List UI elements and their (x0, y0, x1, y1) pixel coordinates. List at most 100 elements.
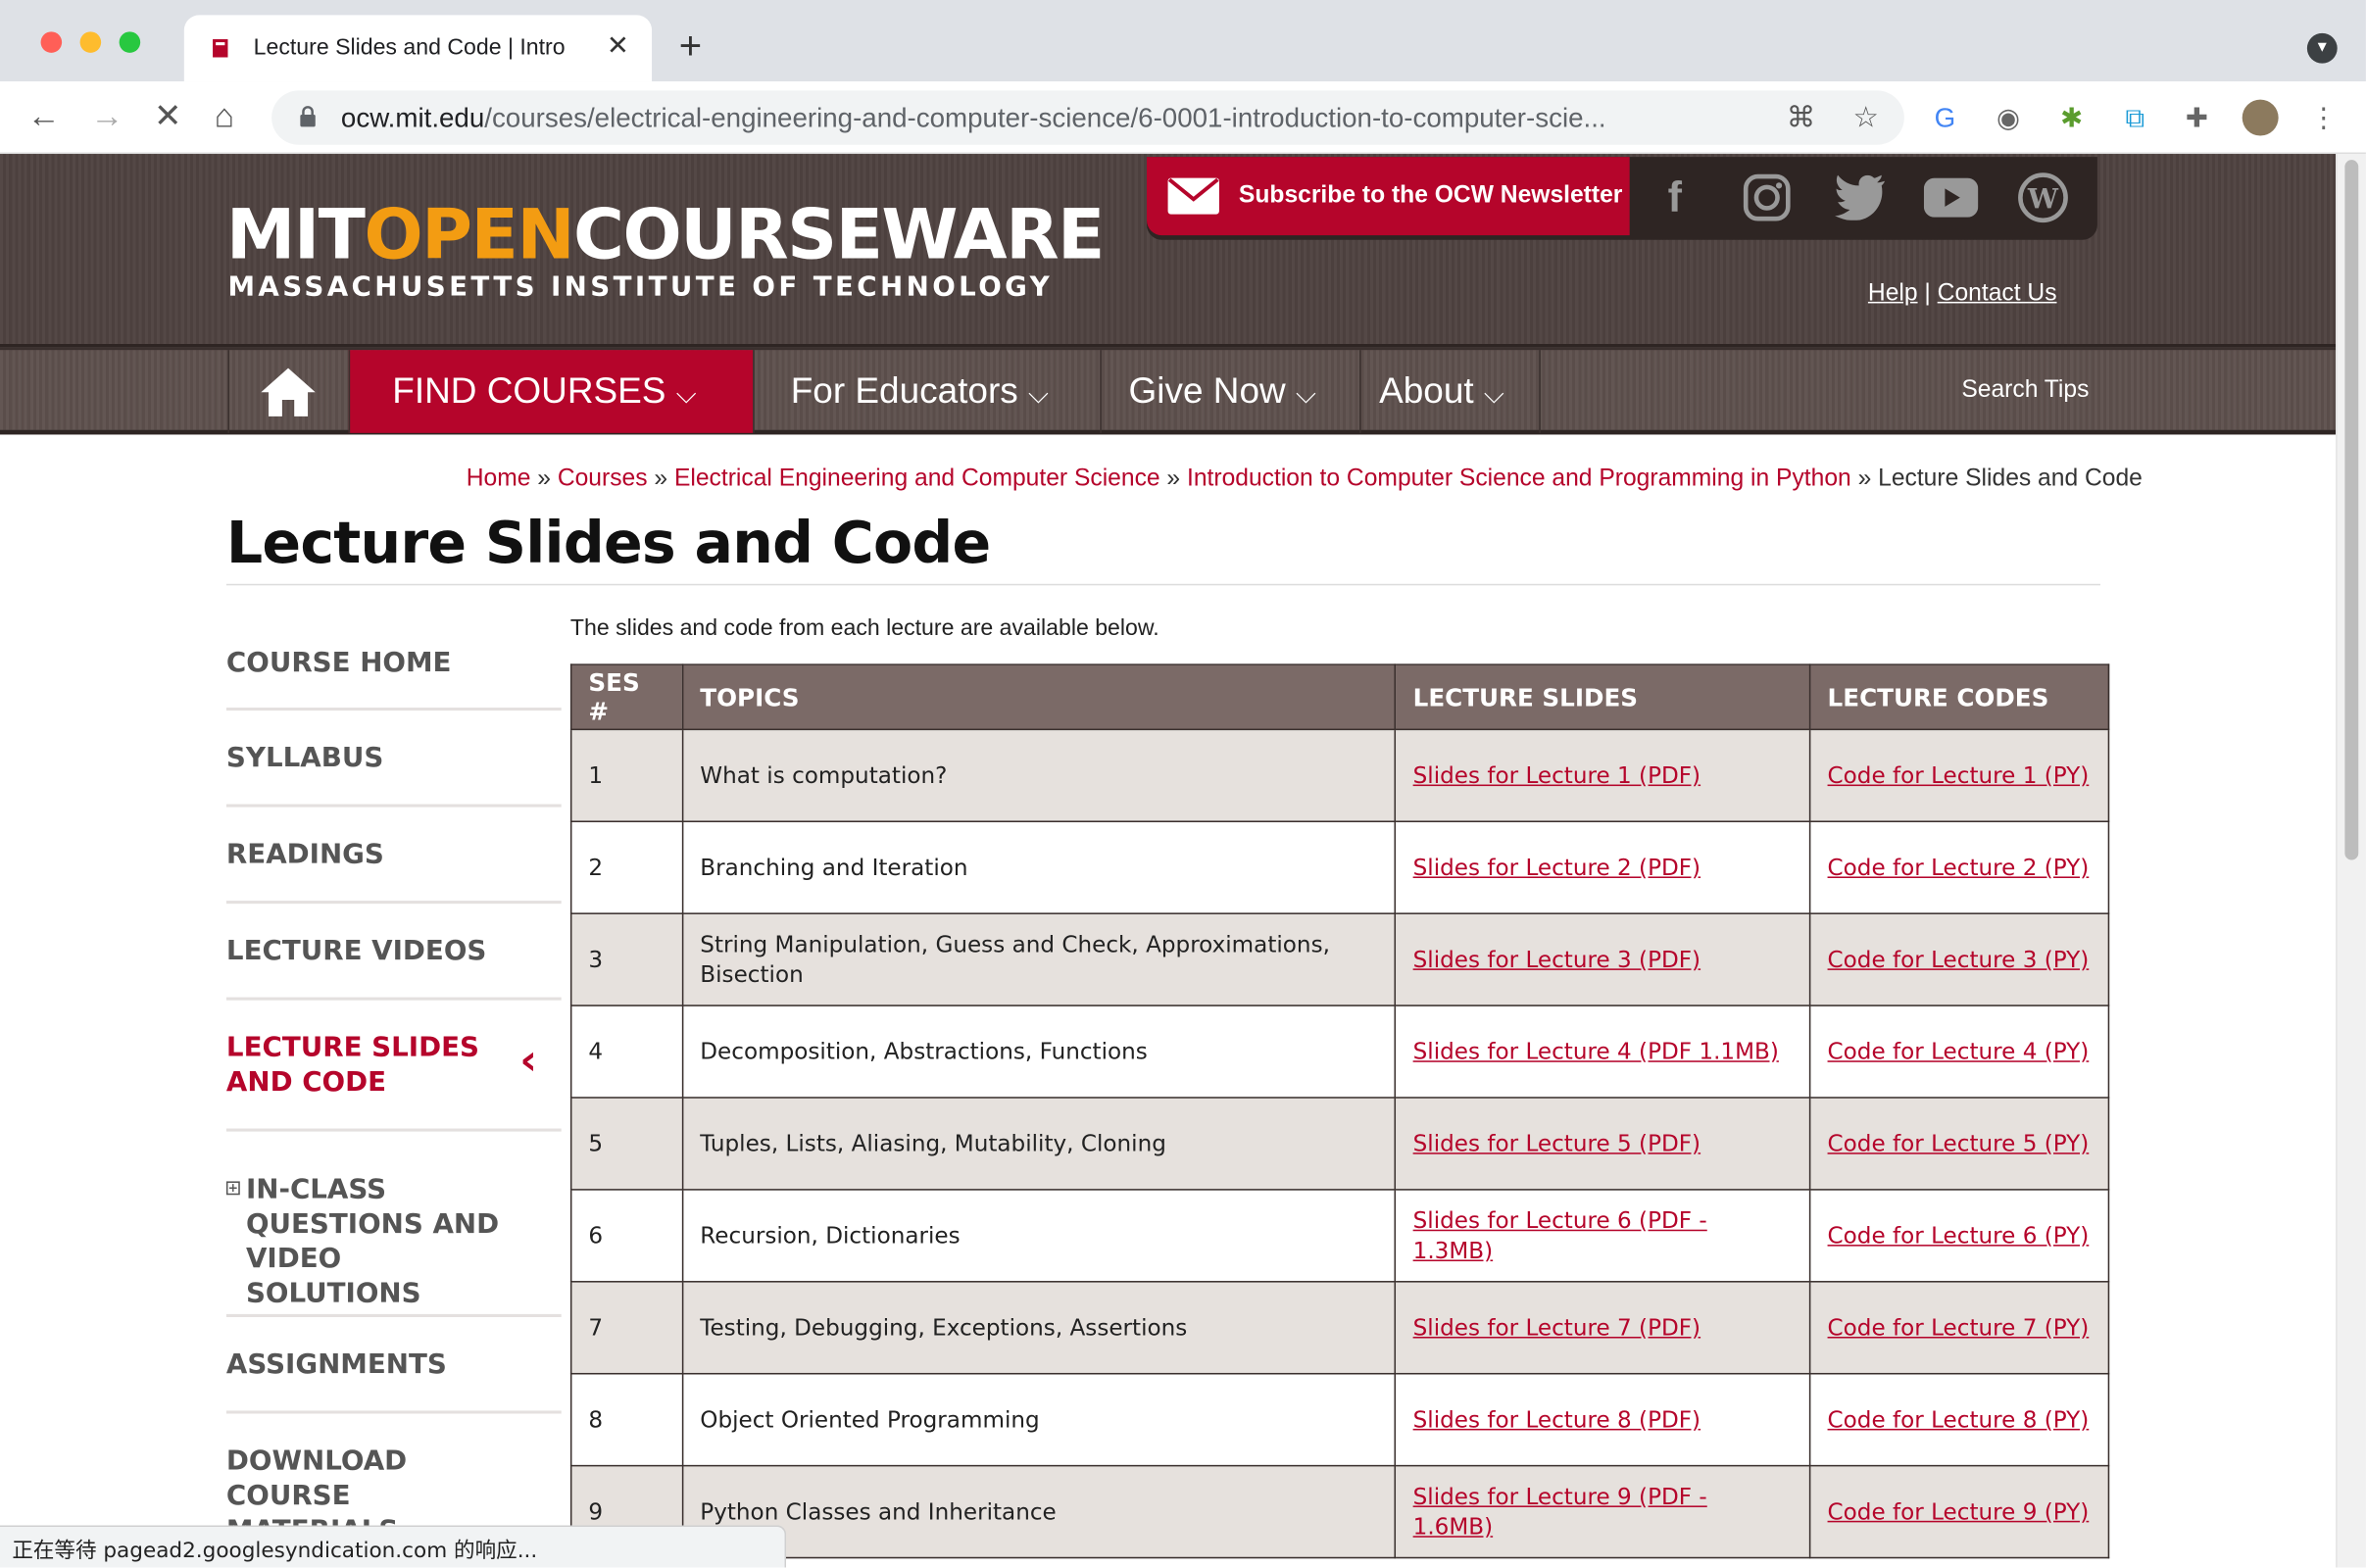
new-tab-button[interactable]: + (679, 25, 702, 65)
page-title: Lecture Slides and Code (225, 510, 991, 577)
code-link[interactable]: Code for Lecture 6 (PY) (1828, 1222, 2090, 1250)
sidebar-item-assignments[interactable]: ASSIGNMENTS (225, 1317, 562, 1414)
sidebar-item-course-home[interactable]: COURSE HOME (225, 610, 562, 711)
code-link[interactable]: Code for Lecture 2 (PY) (1828, 854, 2090, 881)
code-link[interactable]: Code for Lecture 1 (PY) (1828, 761, 2090, 789)
code-link[interactable]: Code for Lecture 3 (PY) (1828, 946, 2090, 973)
translate-icon[interactable]: ⌘ (1787, 101, 1815, 135)
newsletter-label: Subscribe to the OCW Newsletter (1238, 182, 1623, 209)
slides-link[interactable]: Slides for Lecture 1 (PDF) (1413, 761, 1701, 789)
slides-link[interactable]: Slides for Lecture 6 (PDF - 1.3MB) (1413, 1207, 1707, 1265)
slides-link[interactable]: Slides for Lecture 5 (PDF) (1413, 1130, 1701, 1157)
column-header: LECTURE SLIDES (1395, 663, 1811, 731)
newsletter-button[interactable]: Subscribe to the OCW Newsletter (1147, 157, 1630, 236)
scrollbar-thumb[interactable] (2344, 160, 2359, 860)
breadcrumb: Home » Courses » Electrical Engineering … (466, 466, 2143, 492)
chevron-down-icon: ⌵ (1028, 378, 1050, 410)
address-bar[interactable]: ocw.mit.edu/courses/electrical-engineeri… (271, 90, 1904, 145)
instagram-icon[interactable] (1739, 169, 1797, 226)
svg-text:W: W (2027, 182, 2059, 215)
slides-link[interactable]: Slides for Lecture 9 (PDF - 1.6MB) (1413, 1483, 1707, 1541)
logo-mit: MIT (225, 193, 366, 275)
ocw-favicon-icon (213, 39, 228, 58)
nav-find-courses[interactable]: FIND COURSES ⌵ (348, 350, 754, 433)
url-host: ocw.mit.edu (340, 102, 485, 133)
session-number: 6 (569, 1189, 684, 1283)
nav-for-educators-label: For Educators (790, 370, 1018, 413)
page-scrollbar[interactable] (2336, 154, 2366, 1568)
column-header: LECTURE CODES (1809, 663, 2110, 731)
stop-loading-icon[interactable]: ✕ (154, 97, 181, 136)
slides-link[interactable]: Slides for Lecture 3 (PDF) (1413, 946, 1701, 973)
session-number: 8 (569, 1372, 684, 1467)
breadcrumb-courses[interactable]: Courses (558, 466, 648, 492)
help-link[interactable]: Help (1868, 280, 1918, 306)
code-cell: Code for Lecture 2 (PY) (1809, 820, 2110, 914)
facebook-icon[interactable]: f (1647, 169, 1704, 226)
code-link[interactable]: Code for Lecture 5 (PY) (1828, 1130, 2090, 1157)
breadcrumb-current: Lecture Slides and Code (1878, 466, 2143, 492)
table-row: 4 Decomposition, Abstractions, Functions… (569, 1004, 2110, 1099)
cast-extension-icon[interactable]: ⧉ (2117, 100, 2153, 136)
expand-plus-icon[interactable]: + (225, 1181, 240, 1196)
ocw-logo[interactable]: MITOPENCOURSEWARE (225, 193, 1106, 275)
sidebar-item-in-class-questions[interactable]: + IN-CLASS QUESTIONS AND VIDEO SOLUTIONS (225, 1132, 562, 1317)
slides-link[interactable]: Slides for Lecture 7 (PDF) (1413, 1314, 1701, 1342)
close-window-button[interactable] (40, 31, 63, 53)
topic-cell: Branching and Iteration (681, 820, 1397, 914)
slides-cell: Slides for Lecture 5 (PDF) (1395, 1097, 1811, 1191)
slides-link[interactable]: Slides for Lecture 4 (PDF 1.1MB) (1413, 1038, 1779, 1065)
table-header-row: SES # TOPICS LECTURE SLIDES LECTURE CODE… (569, 663, 2110, 731)
lock-icon[interactable] (299, 106, 317, 128)
nav-home-button[interactable] (227, 350, 348, 433)
breadcrumb-home[interactable]: Home (467, 466, 531, 492)
code-link[interactable]: Code for Lecture 4 (PY) (1828, 1038, 2090, 1065)
pinwheel-extension-icon[interactable]: ✱ (2053, 100, 2090, 136)
topic-cell: Decomposition, Abstractions, Functions (681, 1004, 1397, 1099)
slides-cell: Slides for Lecture 1 (PDF) (1395, 728, 1811, 823)
site-header: MITOPENCOURSEWARE MASSACHUSETTS INSTITUT… (0, 154, 2337, 348)
puzzle-extensions-icon[interactable]: ✚ (2179, 100, 2215, 136)
slides-cell: Slides for Lecture 3 (PDF) (1395, 912, 1811, 1006)
url-path: /courses/electrical-engineering-and-comp… (484, 102, 1606, 133)
screenshot-extension-icon[interactable]: ◉ (1991, 100, 2027, 136)
sidebar-item-lecture-videos[interactable]: LECTURE VIDEOS (225, 904, 562, 1001)
code-cell: Code for Lecture 4 (PY) (1809, 1004, 2110, 1099)
minimize-window-button[interactable] (79, 31, 102, 53)
breadcrumb-course[interactable]: Introduction to Computer Science and Pro… (1187, 466, 1851, 492)
code-link[interactable]: Code for Lecture 8 (PY) (1828, 1406, 2090, 1434)
google-translate-extension-icon[interactable]: G (1927, 100, 1963, 136)
sidebar-item-readings[interactable]: READINGS (225, 808, 562, 905)
profile-avatar[interactable] (2242, 99, 2279, 136)
code-link[interactable]: Code for Lecture 9 (PY) (1828, 1498, 2090, 1526)
browser-tab[interactable]: Lecture Slides and Code | Intro ✕ (183, 15, 653, 82)
slides-link[interactable]: Slides for Lecture 8 (PDF) (1413, 1406, 1701, 1434)
code-cell: Code for Lecture 3 (PY) (1809, 912, 2110, 1006)
nav-about[interactable]: About ⌵ (1359, 350, 1541, 433)
code-link[interactable]: Code for Lecture 7 (PY) (1828, 1314, 2090, 1342)
home-icon[interactable]: ⌂ (215, 97, 234, 136)
forward-arrow-icon[interactable]: → (90, 97, 123, 136)
table-row: 7 Testing, Debugging, Exceptions, Assert… (569, 1281, 2110, 1375)
back-arrow-icon[interactable]: ← (27, 97, 61, 136)
contact-us-link[interactable]: Contact Us (1938, 280, 2057, 306)
browser-menu-icon[interactable]: ⋮ (2305, 100, 2341, 136)
table-row: 2 Branching and Iteration Slides for Lec… (569, 820, 2110, 914)
breadcrumb-department[interactable]: Electrical Engineering and Computer Scie… (674, 466, 1160, 492)
browser-tab-bar: Lecture Slides and Code | Intro ✕ + ▼ (0, 0, 2366, 82)
topic-cell: Object Oriented Programming (681, 1372, 1397, 1467)
tab-search-icon[interactable]: ▼ (2306, 32, 2338, 64)
slides-link[interactable]: Slides for Lecture 2 (PDF) (1413, 854, 1701, 881)
maximize-window-button[interactable] (119, 31, 141, 53)
tab-close-icon[interactable]: ✕ (607, 30, 629, 62)
search-tips-link[interactable]: Search Tips (1961, 377, 2089, 405)
youtube-icon[interactable] (1922, 169, 1980, 226)
wordpress-icon[interactable]: W (2014, 169, 2072, 226)
sidebar-item-lecture-slides-and-code[interactable]: LECTURE SLIDES AND CODE ‹ (225, 1001, 562, 1132)
bookmark-star-icon[interactable]: ☆ (1853, 101, 1879, 135)
sidebar-item-syllabus[interactable]: SYLLABUS (225, 710, 562, 808)
nav-give-now[interactable]: Give Now ⌵ (1100, 350, 1359, 433)
nav-for-educators[interactable]: For Educators ⌵ (753, 350, 1100, 433)
url-text[interactable]: ocw.mit.edu/courses/electrical-engineeri… (341, 103, 1775, 134)
twitter-icon[interactable] (1832, 169, 1890, 226)
